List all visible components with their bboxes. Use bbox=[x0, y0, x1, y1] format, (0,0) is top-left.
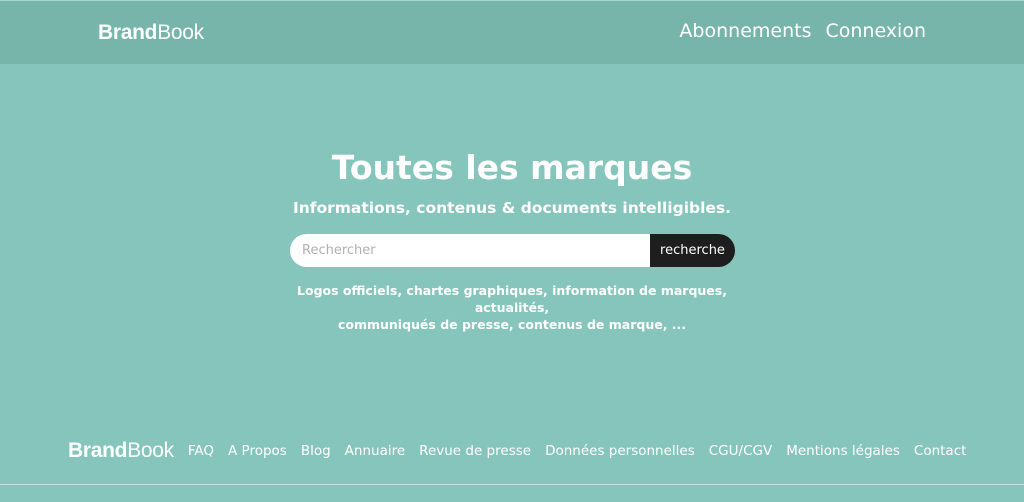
search-button[interactable]: recherche bbox=[650, 234, 735, 267]
nav-abonnements-link[interactable]: Abonnements bbox=[679, 20, 811, 42]
hero-description: Logos officiels, chartes graphiques, inf… bbox=[262, 282, 762, 333]
search-input[interactable] bbox=[290, 234, 650, 267]
hero-description-line-1: Logos officiels, chartes graphiques, inf… bbox=[297, 283, 727, 315]
footer-link-annuaire[interactable]: Annuaire bbox=[345, 443, 406, 459]
nav-connexion-link[interactable]: Connexion bbox=[825, 20, 926, 42]
logo-brand-text: Brand bbox=[98, 21, 158, 44]
header-nav: Abonnements Connexion bbox=[679, 20, 926, 42]
logo-book-text: Book bbox=[157, 21, 204, 44]
footer-link-a-propos[interactable]: A Propos bbox=[228, 443, 287, 459]
site-footer: BrandBook FAQ A Propos Blog Annuaire Rev… bbox=[68, 439, 966, 463]
footer-link-contact[interactable]: Contact bbox=[914, 443, 967, 459]
footer-link-mentions-legales[interactable]: Mentions légales bbox=[786, 443, 900, 459]
page-title: Toutes les marques bbox=[331, 148, 693, 187]
footer-link-faq[interactable]: FAQ bbox=[188, 443, 214, 459]
search-bar: recherche bbox=[290, 234, 735, 267]
hero-description-line-2: communiqués de presse, contenus de marqu… bbox=[337, 317, 687, 332]
footer-divider bbox=[0, 484, 1024, 485]
footer-link-donnees-personnelles[interactable]: Données personnelles bbox=[545, 443, 695, 459]
footer-logo-brand-text: Brand bbox=[68, 439, 128, 462]
footer-link-blog[interactable]: Blog bbox=[301, 443, 331, 459]
footer-logo-book-text: Book bbox=[127, 439, 174, 462]
page-subtitle: Informations, contenus & documents intel… bbox=[292, 199, 732, 217]
footer-link-cgu-cgv[interactable]: CGU/CGV bbox=[709, 443, 772, 459]
footer-brandbook-logo[interactable]: BrandBook bbox=[68, 439, 174, 463]
brandbook-logo[interactable]: BrandBook bbox=[98, 21, 204, 45]
site-header: BrandBook Abonnements Connexion bbox=[0, 0, 1024, 64]
footer-link-revue-de-presse[interactable]: Revue de presse bbox=[419, 443, 531, 459]
